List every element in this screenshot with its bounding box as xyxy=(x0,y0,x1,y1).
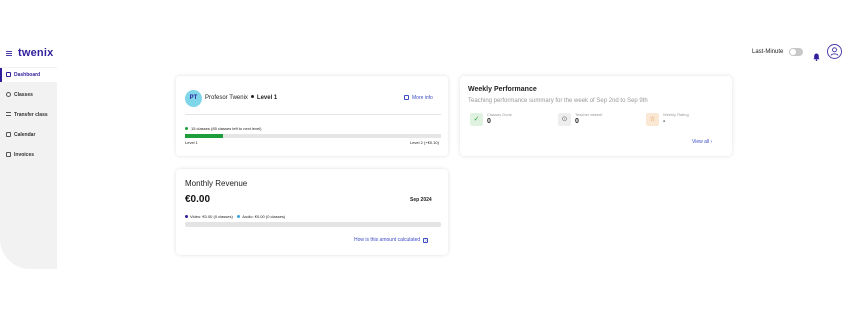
current-level-label: Level 1 xyxy=(185,140,198,145)
stat-value: 0 xyxy=(575,118,579,125)
weekly-subtitle: Teaching performance summary for the wee… xyxy=(468,98,648,104)
top-bar: twenix Last-Minute xyxy=(0,44,851,66)
view-all-link[interactable]: View all › xyxy=(692,139,712,145)
sidebar-item-transfer-class[interactable]: Transfer class xyxy=(0,108,57,122)
audio-revenue: Audio: €0.00 (0 classes) xyxy=(242,214,286,219)
stat-value: - xyxy=(663,118,666,125)
revenue-title: Monthly Revenue xyxy=(185,179,248,188)
monthly-revenue-card: Monthly Revenue €0.00 Sep 2024 Video: €0… xyxy=(176,169,448,255)
revenue-month[interactable]: Sep 2024 xyxy=(410,197,432,203)
invoice-icon xyxy=(6,152,11,157)
level-progress-note: 15 classes (85 classes left to next leve… xyxy=(185,126,261,131)
stat-label: Teacher absent xyxy=(575,112,603,117)
sidebar-item-label: Invoices xyxy=(14,152,35,158)
avatar: PT xyxy=(185,90,202,107)
last-minute-toggle[interactable] xyxy=(789,48,803,56)
stat-value: 0 xyxy=(487,118,491,125)
teacher-level: Level 1 xyxy=(256,95,278,101)
bell-icon[interactable] xyxy=(813,48,820,61)
progress-note-text: 15 classes (85 classes left to next leve… xyxy=(191,126,262,131)
teacher-name: Profesor Twenix xyxy=(205,95,248,101)
separator-dot xyxy=(250,95,254,99)
weekly-title: Weekly Performance xyxy=(468,86,537,93)
clock-icon: ⊙ xyxy=(558,113,571,126)
video-revenue: Video: €0.00 (0 classes) xyxy=(190,214,233,219)
revenue-amount: €0.00 xyxy=(185,194,211,205)
check-icon: ✓ xyxy=(470,113,483,126)
user-avatar-icon[interactable] xyxy=(827,44,842,59)
stat-label: Classes Done xyxy=(487,112,512,117)
sidebar-item-calendar[interactable]: Calendar xyxy=(0,128,57,142)
app-logo[interactable]: twenix xyxy=(18,47,53,59)
star-icon: ☆ xyxy=(646,113,659,126)
sidebar-item-invoices[interactable]: Invoices xyxy=(0,148,57,162)
sidebar-item-label: Dashboard xyxy=(14,72,41,78)
stat-label: Weekly Rating xyxy=(663,112,689,117)
info-icon xyxy=(404,95,409,100)
teacher-name-line: Profesor Twenix Level 1 xyxy=(205,95,277,101)
next-level-label: Level 2 (+€0.10) xyxy=(409,140,439,145)
sidebar-item-label: Calendar xyxy=(14,132,36,138)
revenue-breakdown: Video: €0.00 (0 classes) Audio: €0.00 (0… xyxy=(185,214,285,219)
sidebar-item-dashboard[interactable]: Dashboard xyxy=(0,68,57,82)
hamburger-menu-icon[interactable] xyxy=(6,51,12,56)
weekly-performance-card: Weekly Performance Teaching performance … xyxy=(460,76,732,156)
search-icon xyxy=(6,92,11,97)
how-calculated-link[interactable]: How is this amount calculated? xyxy=(354,237,429,243)
more-info-label: More info xyxy=(412,95,433,101)
sidebar-item-classes[interactable]: Classes xyxy=(0,88,57,102)
divider xyxy=(185,114,441,115)
profile-level-card: PT Profesor Twenix Level 1 More info 15 c… xyxy=(176,76,448,156)
calendar-icon xyxy=(6,132,11,137)
video-dot xyxy=(185,215,188,218)
last-minute-label: Last-Minute xyxy=(752,49,784,55)
more-info-link[interactable]: More info xyxy=(404,95,433,101)
revenue-bar xyxy=(185,222,441,227)
sidebar-item-label: Classes xyxy=(14,92,33,98)
sidebar-item-label: Transfer class xyxy=(14,112,48,118)
level-progress-bar xyxy=(185,134,441,138)
level-progress-fill xyxy=(185,134,224,138)
view-all-label: View all xyxy=(692,139,710,145)
chevron-right-icon: › xyxy=(710,139,713,145)
help-icon: ? xyxy=(423,238,429,243)
sidebar: Dashboard Classes Transfer class Calenda… xyxy=(0,67,57,269)
audio-dot xyxy=(237,215,241,218)
progress-dot xyxy=(185,127,188,130)
how-calculated-label: How is this amount calculated xyxy=(354,237,421,243)
grid-icon xyxy=(6,72,11,77)
transfer-icon xyxy=(6,112,11,116)
